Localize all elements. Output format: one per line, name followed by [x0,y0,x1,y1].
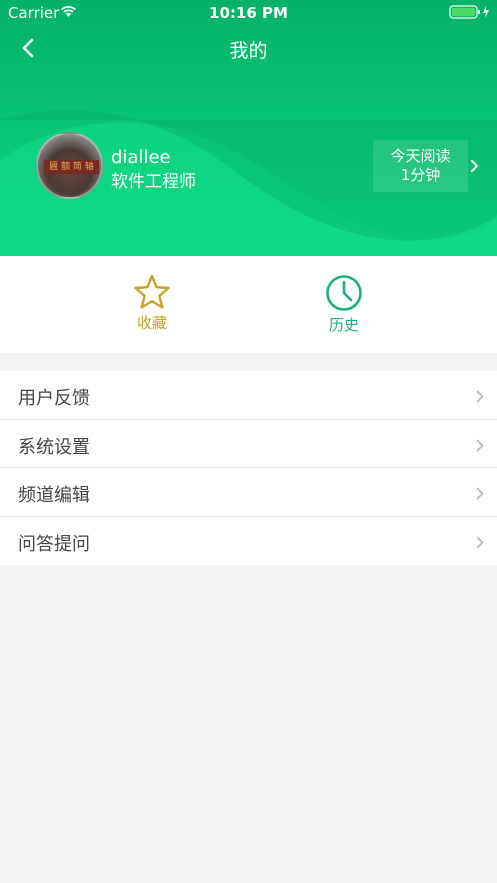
menu-item-qa[interactable]: 问答提问 [0,517,497,566]
quick-tabs: 收藏 历史 [0,256,497,353]
star-icon [134,274,170,309]
reading-time-label: 今天阅读 [390,147,451,165]
reading-time-box[interactable]: 今天阅读 1分钟 [373,140,468,192]
clock-time: 10:16 PM [209,4,288,22]
menu-item-label: 系统设置 [18,436,90,458]
chevron-right-icon [476,437,484,456]
menu-item-settings[interactable]: 系统设置 [0,420,497,468]
page-title: 我的 [229,40,268,62]
avatar-image-sign: 匾 额 简 轴 [44,160,99,174]
settings-menu: 用户反馈 系统设置 频道编辑 问答提问 [0,371,497,565]
clock-icon [326,275,362,311]
chevron-right-icon [476,388,484,407]
menu-item-label: 用户反馈 [18,388,90,409]
menu-item-label: 问答提问 [18,533,90,555]
chevron-right-icon [476,485,484,504]
tab-history-label: 历史 [328,316,359,334]
avatar[interactable]: 匾 额 简 轴 [36,132,103,199]
reading-time-value: 1分钟 [400,166,441,184]
status-bar: Carrier 10:16 PM [0,0,497,26]
tab-favorites-label: 收藏 [136,314,167,332]
profile-header: Carrier 10:16 PM 我的 匾 额 简 轴 diallee 软件工程… [0,0,497,256]
battery-icon [449,5,493,23]
tab-favorites[interactable]: 收藏 [122,274,182,333]
menu-item-label: 频道编辑 [18,485,90,506]
username: diallee [111,147,171,168]
menu-item-channel-edit[interactable]: 频道编辑 [0,468,497,517]
chevron-right-icon[interactable] [470,158,479,177]
tab-history[interactable]: 历史 [314,274,374,335]
chevron-right-icon [476,534,484,553]
user-job-title: 软件工程师 [111,172,196,192]
menu-item-feedback[interactable]: 用户反馈 [0,371,497,420]
